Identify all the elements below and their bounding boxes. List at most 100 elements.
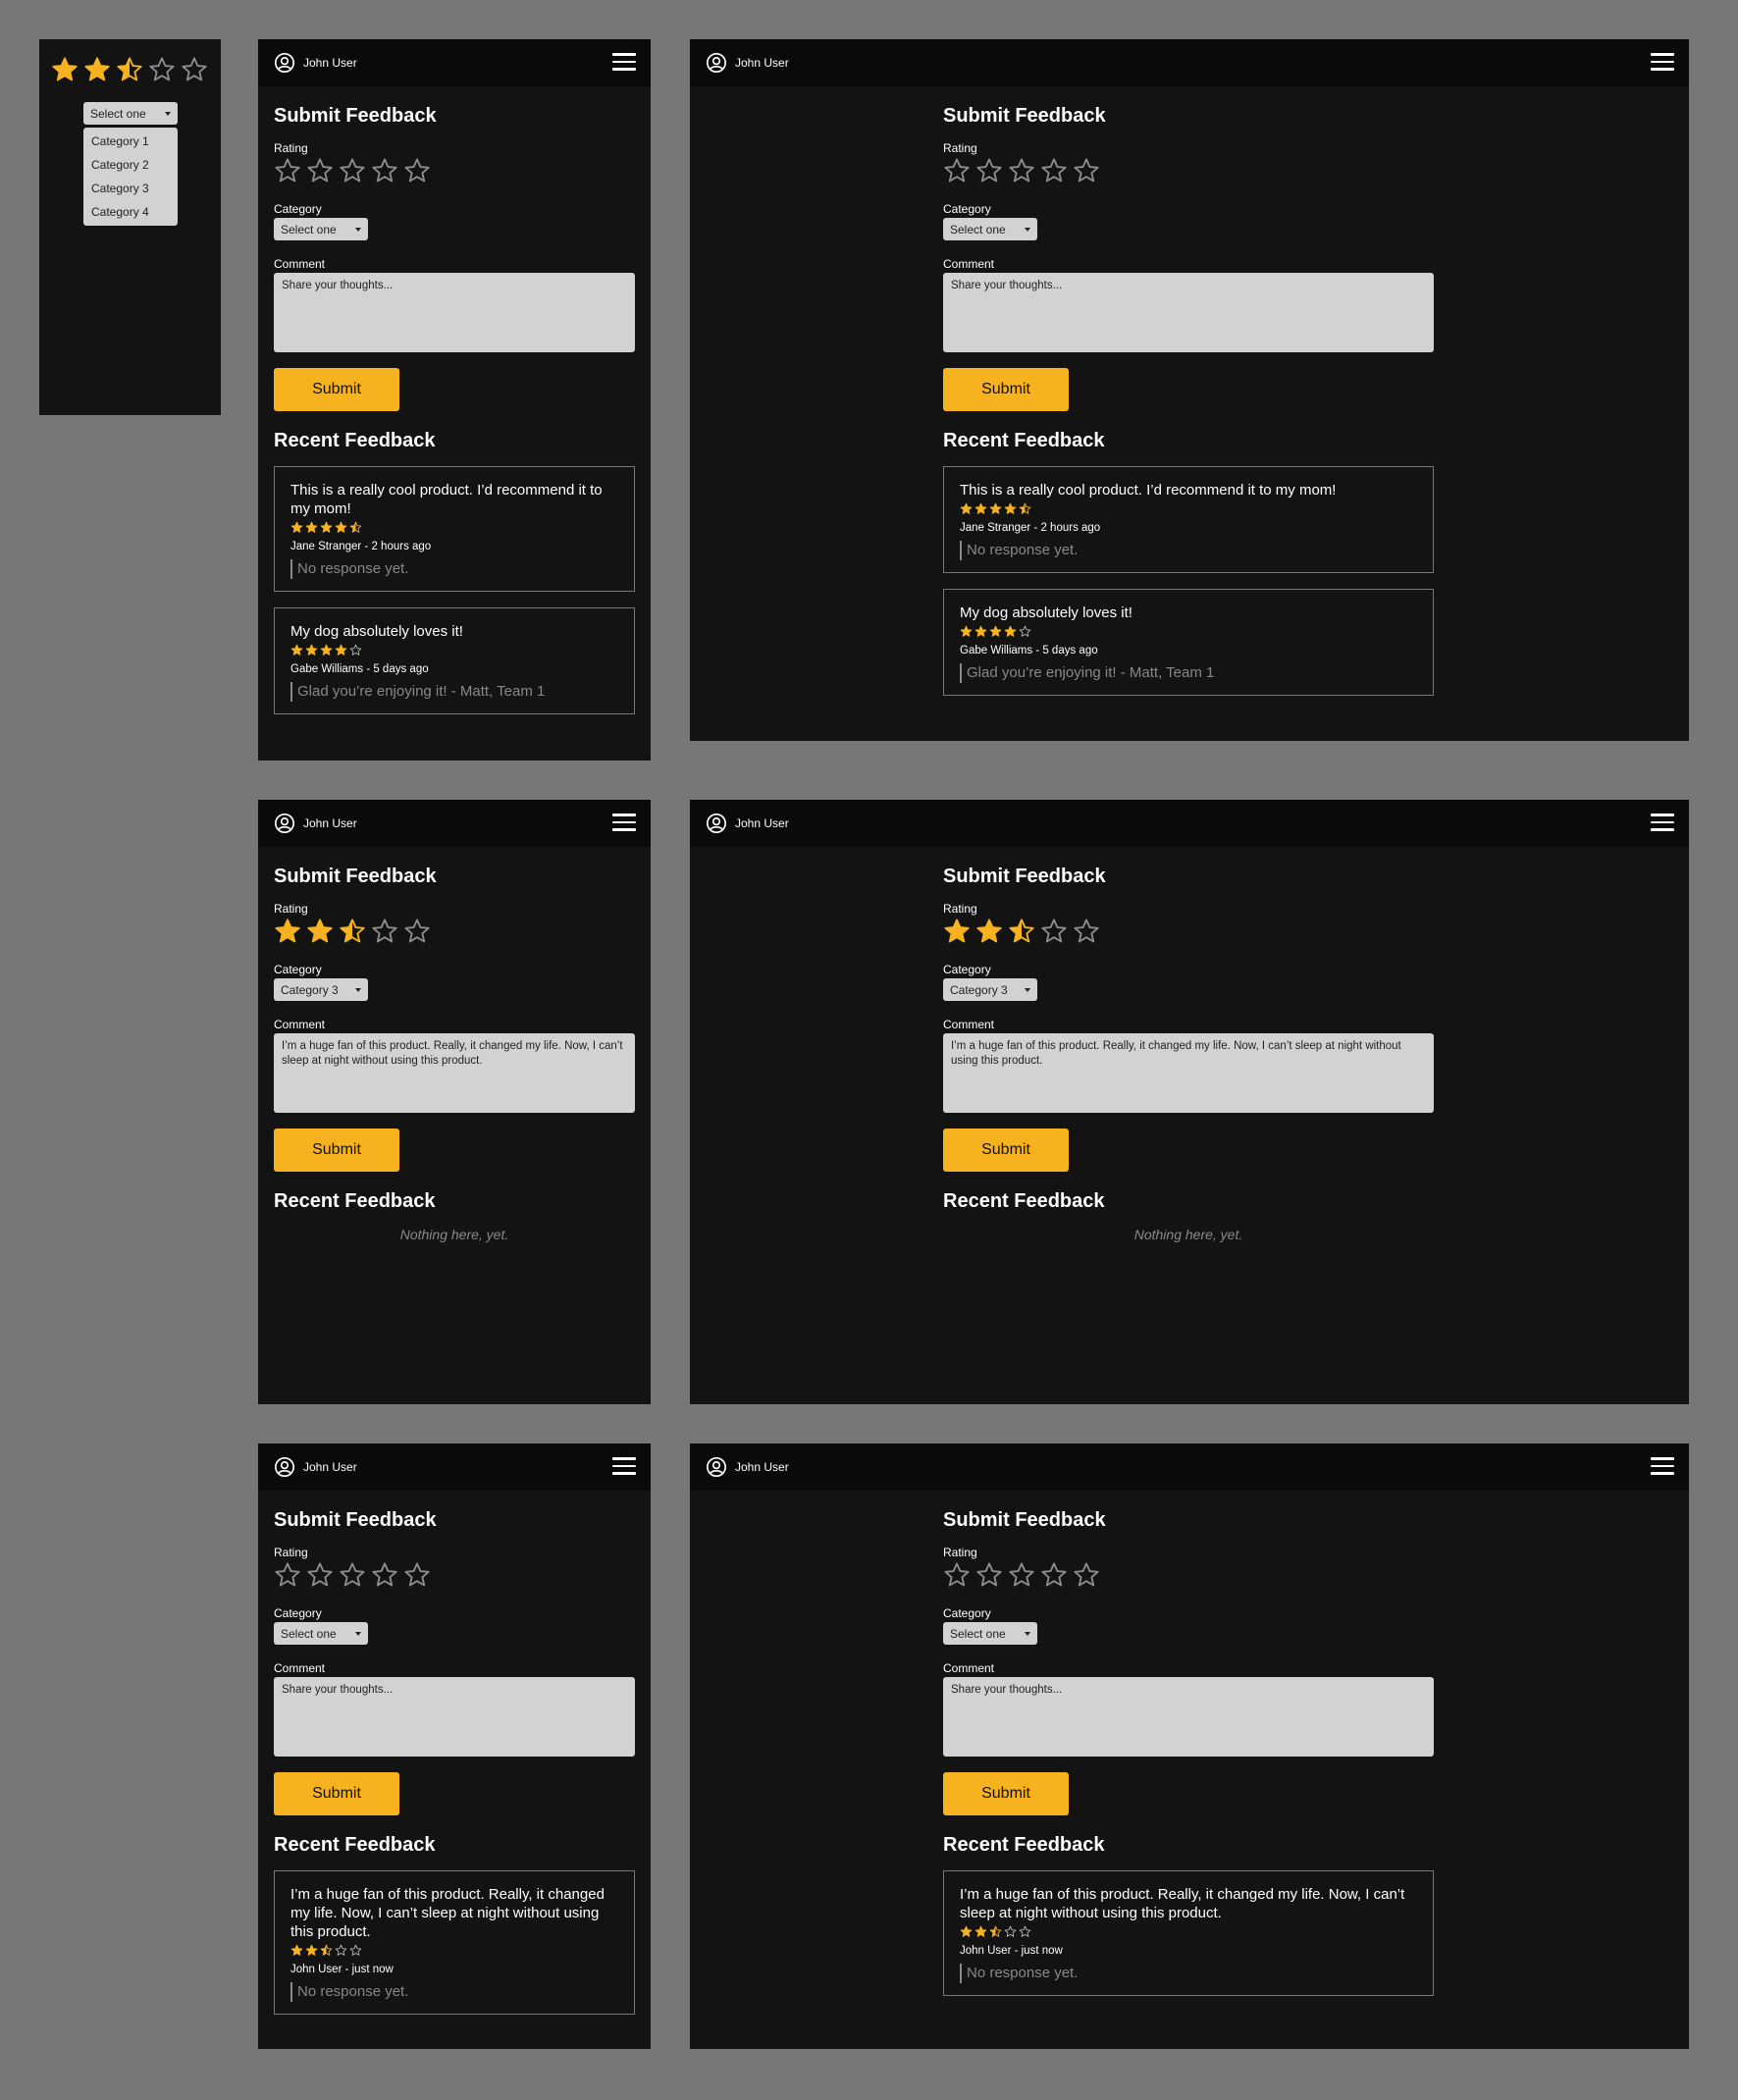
star-icon [1019,502,1031,515]
user-menu[interactable]: John User [274,52,357,74]
star-icon[interactable] [943,1561,971,1589]
category-select[interactable]: Select one [274,218,368,240]
feedback-response: No response yet. [290,559,618,579]
comment-field[interactable]: I’m a huge fan of this product. Really, … [943,1033,1434,1113]
dropdown-option-2[interactable]: Category 2 [83,153,178,177]
star-icon[interactable] [1073,1561,1100,1589]
category-select[interactable]: Select one [943,1622,1037,1645]
star-icon[interactable] [1008,1561,1035,1589]
feedback-response: Glad you’re enjoying it! - Matt, Team 1 [960,663,1417,683]
category-label: Category [274,202,322,216]
star-icon[interactable] [339,918,366,945]
star-icon[interactable] [1040,157,1068,184]
submit-button[interactable]: Submit [274,368,399,411]
feedback-screen-default-desktop: John User Submit Feedback Rating Category Se… [690,39,1689,741]
star-icon[interactable] [306,918,334,945]
hamburger-menu-icon[interactable] [1651,1457,1674,1477]
submit-button[interactable]: Submit [274,1772,399,1815]
user-menu[interactable]: John User [274,813,357,834]
hamburger-menu-icon[interactable] [1651,814,1674,833]
rating-stars[interactable] [943,1561,1434,1590]
star-icon[interactable] [943,157,971,184]
dropdown-option-4[interactable]: Category 4 [83,200,178,224]
rating-stars[interactable] [274,918,635,946]
comment-field[interactable]: I’m a huge fan of this product. Really, … [274,1033,635,1113]
demo-rating-stars[interactable] [51,56,208,83]
hamburger-menu-icon[interactable] [612,814,636,833]
submit-button[interactable]: Submit [274,1129,399,1172]
feedback-rating [960,625,1417,640]
star-icon[interactable] [403,918,431,945]
category-select[interactable]: Category 3 [943,978,1037,1001]
star-icon[interactable] [339,1561,366,1589]
top-bar: John User [690,800,1689,847]
feedback-rating [290,521,618,536]
feedback-card: I’m a huge fan of this product. Really, … [274,1870,635,2015]
star-icon[interactable] [306,157,334,184]
star-icon[interactable] [83,56,111,83]
form-title: Submit Feedback [274,1509,437,1531]
rating-stars[interactable] [943,918,1434,946]
submit-button[interactable]: Submit [943,1129,1069,1172]
star-icon[interactable] [943,918,971,945]
rating-stars[interactable] [943,157,1434,185]
star-icon[interactable] [1008,157,1035,184]
star-icon[interactable] [274,918,301,945]
user-menu[interactable]: John User [274,1456,357,1478]
comment-label: Comment [274,1661,326,1675]
top-bar: John User [690,39,1689,86]
rating-label: Rating [943,902,977,916]
star-icon[interactable] [148,56,176,83]
star-icon[interactable] [339,157,366,184]
star-icon[interactable] [181,56,208,83]
star-icon[interactable] [1073,157,1100,184]
category-select[interactable]: Select one [274,1622,368,1645]
user-menu[interactable]: John User [706,813,789,834]
demo-category-select[interactable]: Select one [83,102,178,125]
user-menu[interactable]: John User [706,1456,789,1478]
feedback-text: This is a really cool product. I’d recom… [290,482,603,517]
main-content: Submit Feedback Rating Category Select one C… [943,86,1434,711]
star-icon[interactable] [1008,918,1035,945]
star-icon[interactable] [403,157,431,184]
user-menu[interactable]: John User [706,52,789,74]
comment-field[interactable]: Share your thoughts... [274,1677,635,1757]
star-icon[interactable] [403,1561,431,1589]
user-name: John User [303,1460,357,1474]
star-icon[interactable] [975,918,1003,945]
star-icon[interactable] [975,157,1003,184]
star-icon[interactable] [371,918,398,945]
submit-button[interactable]: Submit [943,368,1069,411]
dropdown-option-3[interactable]: Category 3 [83,177,178,200]
star-icon[interactable] [306,1561,334,1589]
form-title: Submit Feedback [274,866,437,887]
comment-field[interactable]: Share your thoughts... [274,273,635,352]
star-icon[interactable] [116,56,143,83]
rating-stars[interactable] [274,1561,635,1590]
star-icon[interactable] [1040,1561,1068,1589]
star-icon[interactable] [371,1561,398,1589]
star-icon[interactable] [1073,918,1100,945]
comment-field[interactable]: Share your thoughts... [943,1677,1434,1757]
hamburger-menu-icon[interactable] [612,1457,636,1477]
hamburger-menu-icon[interactable] [1651,53,1674,73]
main-content: Submit Feedback Rating Category Select one C… [274,86,635,730]
category-select[interactable]: Category 3 [274,978,368,1001]
rating-stars[interactable] [274,157,635,185]
star-icon[interactable] [1040,918,1068,945]
hamburger-menu-icon[interactable] [612,53,636,73]
star-icon[interactable] [975,1561,1003,1589]
star-icon[interactable] [371,157,398,184]
comment-field[interactable]: Share your thoughts... [943,273,1434,352]
star-icon[interactable] [274,1561,301,1589]
category-select[interactable]: Select one [943,218,1037,240]
form-title: Submit Feedback [274,105,437,127]
feedback-author: John User - just now [960,1945,1063,1957]
star-icon[interactable] [274,157,301,184]
user-circle-icon [706,1456,727,1478]
form-title: Submit Feedback [943,866,1106,887]
dropdown-option-1[interactable]: Category 1 [83,130,178,153]
star-icon[interactable] [51,56,79,83]
star-icon [1019,625,1031,638]
submit-button[interactable]: Submit [943,1772,1069,1815]
